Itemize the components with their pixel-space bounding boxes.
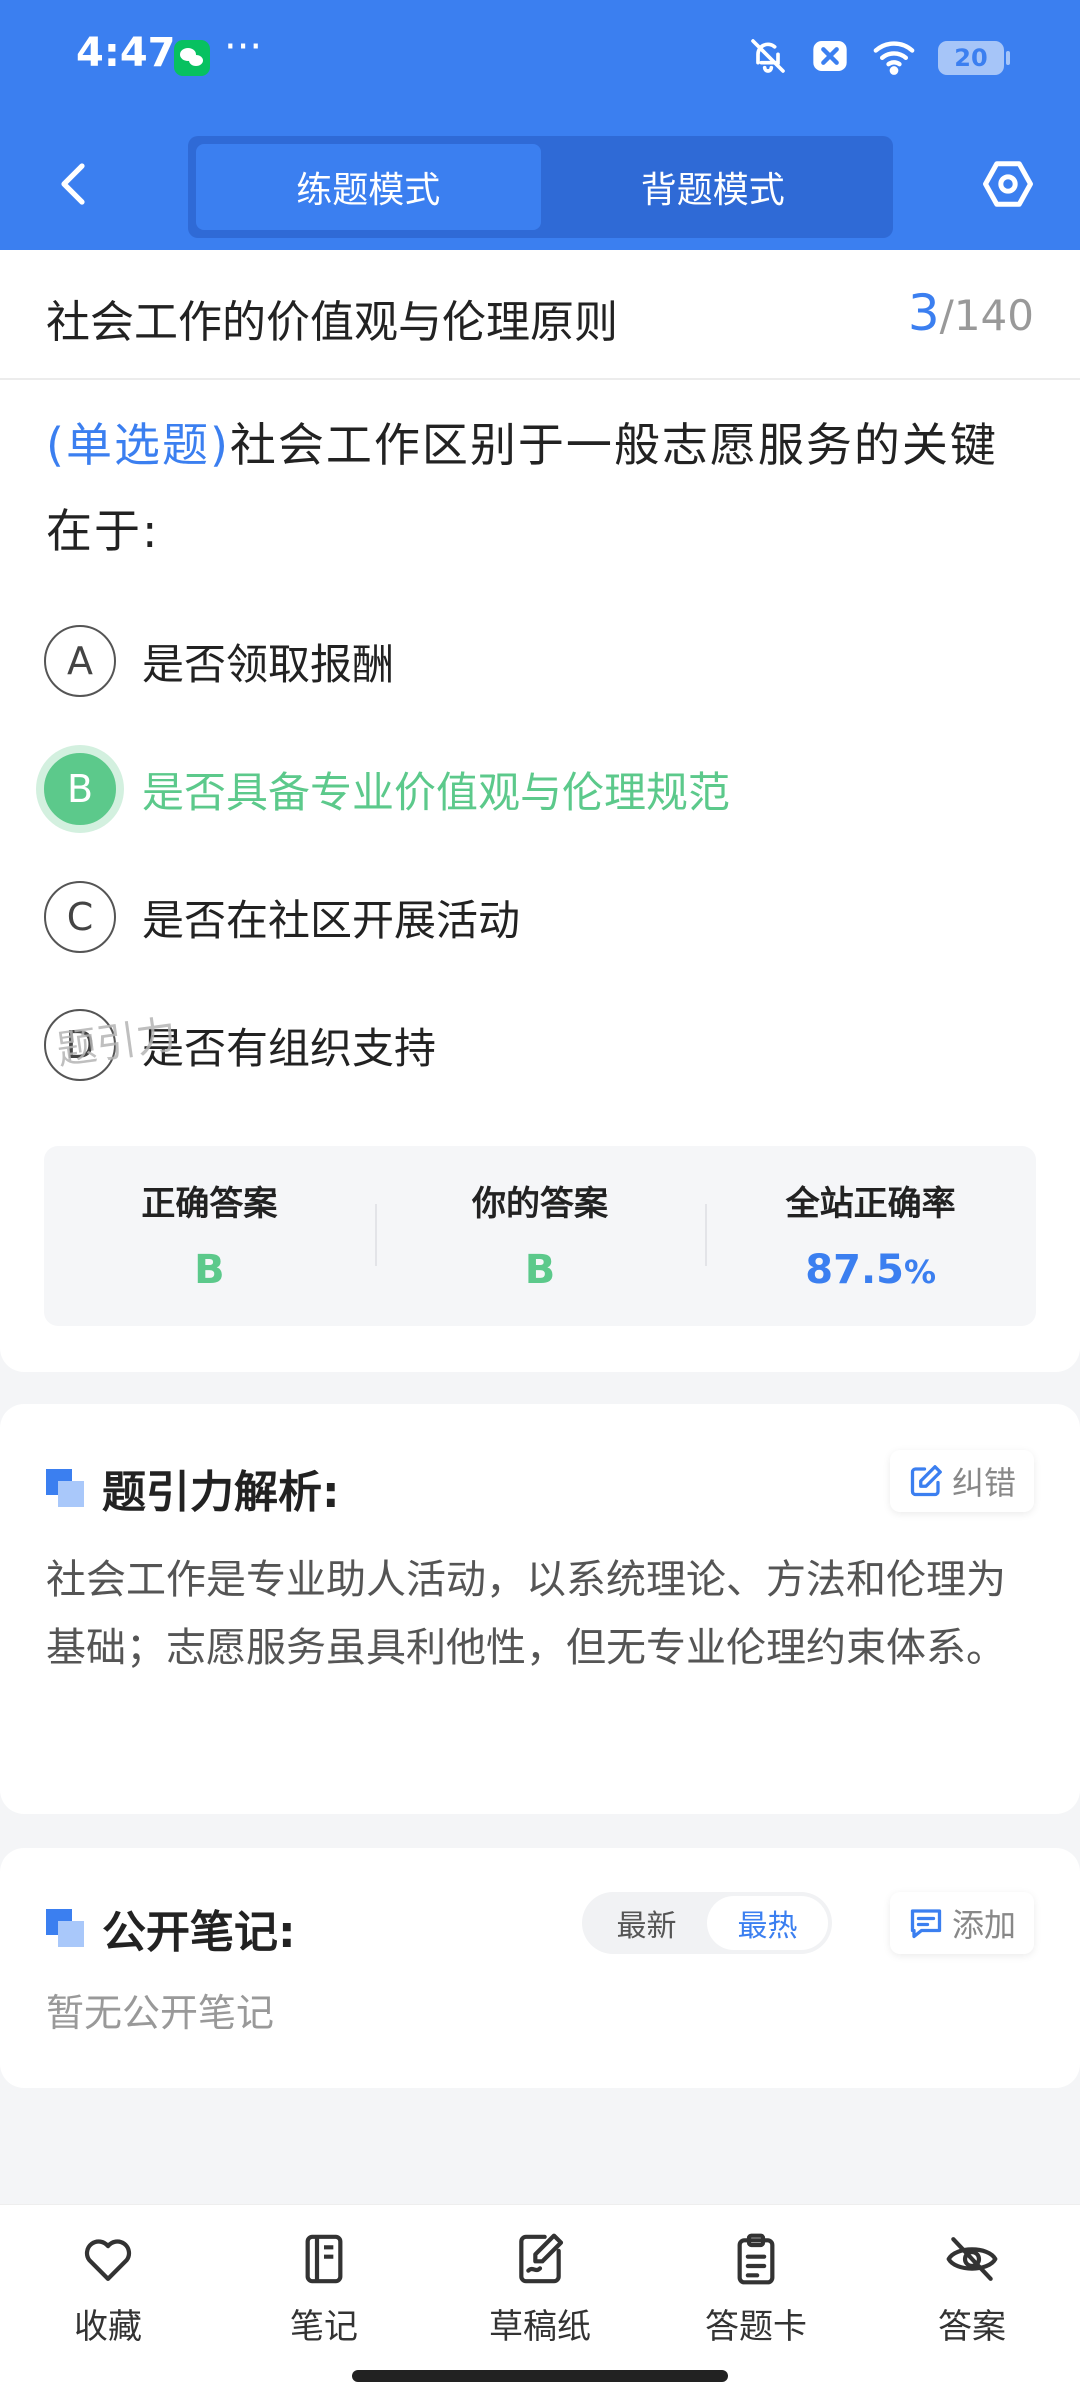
stat-value: B: [194, 1247, 225, 1293]
stat-value: 87.5%: [705, 1247, 1036, 1293]
progress-total: 140: [953, 291, 1034, 340]
status-bar: 4:47 ··· 20: [0, 0, 1080, 120]
stat-value: B: [524, 1247, 556, 1293]
home-indicator[interactable]: [352, 2370, 728, 2382]
toolbar-label: 笔记: [290, 2307, 358, 2347]
chapter-row: 社会工作的价值观与伦理原则 3/140: [0, 250, 1080, 380]
stat-label: 你的答案: [472, 1184, 608, 1224]
option-text: 是否具备专业价值观与伦理规范: [142, 767, 731, 817]
chevron-left-icon: [61, 163, 85, 205]
option-letter: C: [44, 881, 116, 953]
option-letter: B: [44, 753, 116, 825]
toolbar-favorite[interactable]: 收藏: [0, 2205, 216, 2400]
analysis-text: 社会工作是专业助人活动，以系统理论、方法和伦理为基础；志愿服务虽具利他性，但无专…: [46, 1557, 1006, 1671]
progress-current: 3: [907, 284, 940, 342]
option-text: 是否领取报酬: [142, 639, 395, 689]
analysis-title-text: 题引力解析:: [102, 1467, 340, 1518]
notes-title-text: 公开笔记:: [102, 1907, 296, 1958]
analysis-card: 题引力解析: 纠错 社会工作是专业助人活动，以系统理论、方法和伦理为基础；志愿服…: [0, 1404, 1080, 1814]
toolbar-label: 草稿纸: [489, 2307, 591, 2347]
tab-practice-mode[interactable]: 练题模式: [196, 144, 541, 230]
section-icon: [46, 1469, 84, 1507]
tab-recite-mode[interactable]: 背题模式: [541, 144, 886, 230]
sort-hot[interactable]: 最热: [707, 1896, 828, 1950]
eye-off-icon: [942, 2229, 1002, 2289]
comment-icon: [910, 1909, 942, 1939]
rate-unit: %: [904, 1253, 937, 1291]
question-card: 社会工作的价值观与伦理原则 3/140 (单选题)社会工作区别于一般志愿服务的关…: [0, 250, 1080, 1372]
battery-icon: 20: [938, 41, 1010, 75]
report-error-button[interactable]: 纠错: [889, 1450, 1034, 1512]
settings-button[interactable]: [974, 150, 1042, 218]
option-letter: A: [44, 625, 116, 697]
hexagon-settings-icon: [983, 161, 1033, 207]
question-text: (单选题)社会工作区别于一般志愿服务的关键在于:: [46, 402, 1036, 574]
wifi-icon: [872, 36, 916, 80]
report-error-label: 纠错: [951, 1464, 1016, 1502]
add-note-label: 添加: [951, 1906, 1016, 1944]
toolbar-answer[interactable]: 答案: [864, 2205, 1080, 2400]
option-text: 是否在社区开展活动: [142, 895, 521, 945]
stat-label: 全站正确率: [785, 1184, 956, 1224]
notes-card: 公开笔记: 最新 最热 添加 暂无公开笔记: [0, 1848, 1080, 2088]
close-box-icon: [810, 36, 850, 80]
analysis-title: 题引力解析:: [46, 1456, 340, 1520]
option-c[interactable]: C 是否在社区开展活动: [44, 872, 520, 962]
more-dots: ···: [224, 24, 263, 70]
heart-icon: [78, 2229, 138, 2289]
status-time: 4:47: [76, 30, 176, 76]
rate-number: 87.5: [805, 1247, 904, 1293]
toolbar-label: 收藏: [74, 2307, 142, 2347]
mode-switch: 练题模式 背题模式: [188, 136, 893, 238]
option-b[interactable]: B 是否具备专业价值观与伦理规范: [44, 744, 730, 834]
stat-correct-answer: 正确答案 B: [44, 1146, 375, 1326]
stat-correct-rate: 全站正确率 87.5%: [705, 1146, 1036, 1326]
edit-icon: [910, 1465, 942, 1497]
add-note-button[interactable]: 添加: [889, 1892, 1034, 1954]
toolbar-label: 答案: [938, 2307, 1006, 2347]
toolbar-label: 答题卡: [705, 2307, 807, 2347]
chapter-title: 社会工作的价值观与伦理原则: [46, 297, 618, 348]
status-icons: 20: [748, 36, 1010, 80]
option-a[interactable]: A 是否领取报酬: [44, 616, 394, 706]
answer-stats: 正确答案 B 你的答案 B 全站正确率 87.5%: [44, 1146, 1036, 1326]
notebook-icon: [294, 2229, 354, 2289]
stat-your-answer: 你的答案 B: [374, 1146, 706, 1326]
nav-bar: 练题模式 背题模式: [0, 130, 1080, 240]
answer-sheet-icon: [726, 2229, 786, 2289]
draft-paper-icon: [510, 2229, 570, 2289]
wechat-icon: [174, 40, 210, 76]
notes-title: 公开笔记:: [46, 1896, 296, 1960]
notes-sort-toggle: 最新 最热: [582, 1892, 832, 1954]
option-text: 是否有组织支持: [142, 1023, 437, 1073]
notes-empty-text: 暂无公开笔记: [46, 1991, 275, 2035]
sort-latest[interactable]: 最新: [586, 1896, 707, 1950]
progress-separator: /: [939, 291, 954, 340]
question-type: (单选题): [46, 418, 230, 472]
section-icon: [46, 1909, 84, 1947]
back-button[interactable]: [44, 154, 104, 214]
bell-off-icon: [748, 36, 788, 80]
header: 4:47 ··· 20 练题模式 背题模式: [0, 0, 1080, 250]
question-progress: 3/140: [908, 284, 1034, 342]
stat-label: 正确答案: [141, 1184, 278, 1224]
